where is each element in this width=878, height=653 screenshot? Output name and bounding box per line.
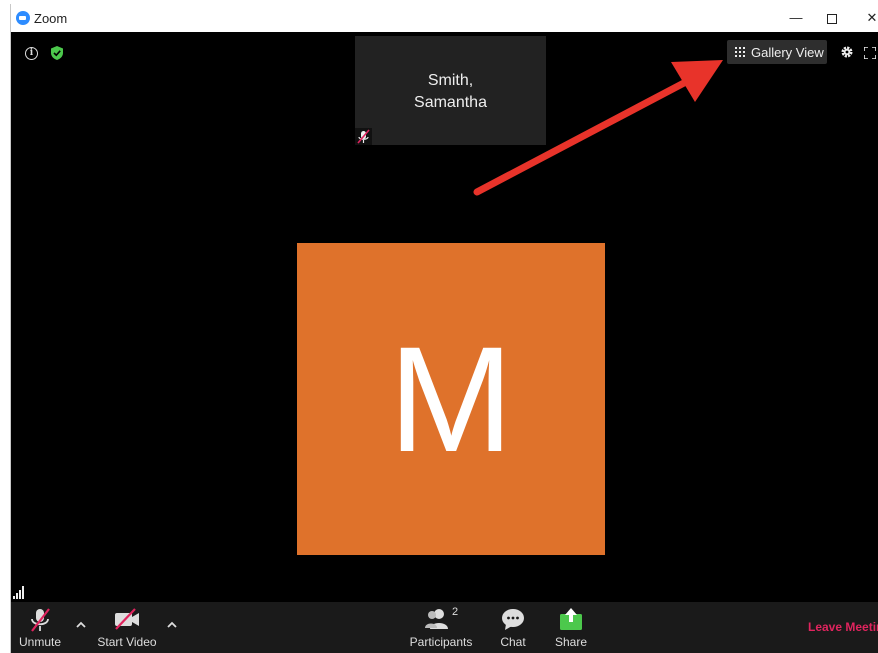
muted-mic-icon — [28, 607, 52, 636]
unmute-label: Unmute — [18, 635, 62, 649]
grid-icon — [735, 47, 745, 57]
fullscreen-icon[interactable] — [863, 46, 877, 64]
maximize-button[interactable] — [817, 8, 847, 28]
active-speaker-avatar: M — [297, 243, 605, 555]
participants-label: Participants — [409, 635, 473, 649]
close-button[interactable]: ✕ — [857, 8, 878, 28]
chat-bubble-icon — [501, 607, 525, 634]
gallery-view-label: Gallery View — [751, 44, 824, 60]
participants-count: 2 — [452, 606, 459, 618]
zoom-logo-icon — [16, 11, 30, 25]
window-title: Zoom — [34, 11, 68, 26]
video-off-icon — [113, 607, 141, 634]
encryption-shield-icon[interactable] — [51, 46, 63, 65]
participant-name: Smith, Samantha — [414, 72, 487, 111]
participant-thumbnail[interactable]: Smith, Samantha — [355, 36, 546, 145]
muted-mic-icon — [355, 128, 372, 145]
share-screen-icon — [559, 607, 583, 634]
zoom-window: Zoom — ✕ i Smith, Samantha Gallery View … — [10, 4, 878, 653]
video-options-chevron-up-icon[interactable] — [166, 618, 178, 630]
chat-label: Chat — [500, 635, 526, 649]
title-bar: Zoom — ✕ — [11, 4, 878, 32]
video-stage: i Smith, Samantha Gallery View M — [11, 32, 878, 602]
share-label: Share — [554, 635, 588, 649]
meeting-toolbar: Unmute Start Video 2 Participants Chat S… — [11, 602, 878, 653]
leave-meeting-button[interactable]: Leave Meeting — [808, 620, 878, 634]
start-video-label: Start Video — [97, 635, 157, 649]
audio-options-chevron-up-icon[interactable] — [75, 618, 87, 630]
chat-button[interactable]: Chat — [493, 602, 533, 653]
share-screen-button[interactable]: Share — [551, 602, 591, 653]
participants-button[interactable]: 2 Participants — [409, 602, 473, 653]
participants-icon — [424, 607, 450, 634]
gallery-view-button[interactable]: Gallery View — [727, 40, 827, 64]
minimize-button[interactable]: — — [781, 8, 811, 28]
start-video-button[interactable]: Start Video — [97, 602, 157, 653]
gear-icon[interactable] — [840, 45, 854, 64]
meeting-info-icon[interactable]: i — [25, 47, 38, 60]
maximize-icon — [827, 13, 837, 24]
unmute-button[interactable]: Unmute — [15, 602, 65, 653]
avatar-initial: M — [388, 315, 514, 483]
